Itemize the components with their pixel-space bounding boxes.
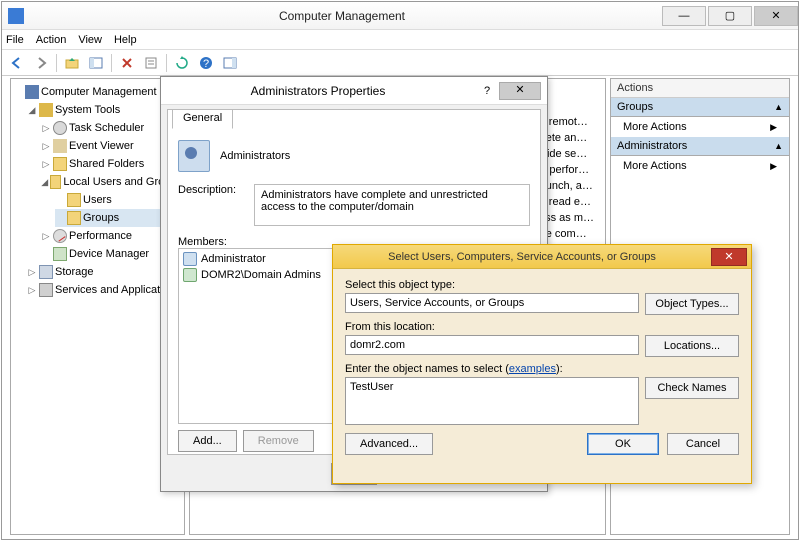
menu-help[interactable]: Help: [114, 34, 137, 46]
toolbar: ?: [2, 50, 798, 76]
minimize-button[interactable]: —: [662, 6, 706, 26]
show-actions-icon[interactable]: [219, 52, 241, 74]
actions-section-groups[interactable]: Groups▲: [611, 98, 789, 117]
members-label: Members:: [178, 236, 227, 248]
object-type-label: Select this object type:: [345, 279, 739, 291]
collapse-icon: ▲: [774, 102, 783, 112]
refresh-icon[interactable]: [171, 52, 193, 74]
help-button[interactable]: ?: [475, 85, 499, 97]
select-close-button[interactable]: ✕: [711, 248, 747, 266]
help-icon[interactable]: ?: [195, 52, 217, 74]
description-field[interactable]: Administrators have complete and unrestr…: [254, 184, 530, 226]
locations-button[interactable]: Locations...: [645, 335, 739, 357]
description-label: Description:: [178, 184, 246, 226]
titlebar: Computer Management — ▢ ✕: [2, 2, 798, 30]
menubar: File Action View Help: [2, 30, 798, 50]
tree-pane: Computer Management ◢System Tools ▷Task …: [10, 78, 185, 535]
menu-view[interactable]: View: [78, 34, 102, 46]
maximize-button[interactable]: ▢: [708, 6, 752, 26]
tab-general[interactable]: General: [172, 109, 233, 129]
properties-close-button[interactable]: ✕: [499, 82, 541, 100]
examples-link[interactable]: examples: [509, 363, 556, 375]
user-icon: [183, 252, 197, 266]
show-hide-tree-icon[interactable]: [85, 52, 107, 74]
svg-text:?: ?: [203, 58, 209, 70]
menu-action[interactable]: Action: [36, 34, 67, 46]
tree-root-label: Computer Management: [41, 84, 157, 100]
window-controls: — ▢ ✕: [660, 6, 798, 26]
forward-icon[interactable]: [30, 52, 52, 74]
collapse-icon: ▲: [774, 141, 783, 151]
names-label: Enter the object names to select (exampl…: [345, 363, 739, 375]
advanced-button[interactable]: Advanced...: [345, 433, 433, 455]
properties-icon[interactable]: [140, 52, 162, 74]
select-title: Select Users, Computers, Service Account…: [333, 251, 711, 263]
tree-services[interactable]: ▷Services and Applications: [27, 281, 182, 299]
properties-title: Administrators Properties: [161, 84, 475, 98]
submenu-icon: ▶: [770, 161, 777, 172]
check-names-button[interactable]: Check Names: [645, 377, 739, 399]
back-icon[interactable]: [6, 52, 28, 74]
group-name: Administrators: [220, 150, 290, 162]
add-button[interactable]: Add...: [178, 430, 237, 452]
actions-more-admins[interactable]: More Actions▶: [611, 156, 789, 176]
remove-button[interactable]: Remove: [243, 430, 314, 452]
location-field[interactable]: domr2.com: [345, 335, 639, 355]
tree-system-tools[interactable]: ◢System Tools: [27, 101, 182, 119]
window-title: Computer Management: [24, 9, 660, 23]
select-titlebar: Select Users, Computers, Service Account…: [333, 245, 751, 269]
group-icon: [178, 140, 210, 172]
menu-file[interactable]: File: [6, 34, 24, 46]
location-label: From this location:: [345, 321, 739, 333]
object-types-button[interactable]: Object Types...: [645, 293, 739, 315]
actions-header: Actions: [611, 79, 789, 98]
group-icon: [183, 268, 197, 282]
actions-section-admins[interactable]: Administrators▲: [611, 137, 789, 156]
actions-more-groups[interactable]: More Actions▶: [611, 117, 789, 137]
app-icon: [8, 8, 24, 24]
delete-icon[interactable]: [116, 52, 138, 74]
tree-root[interactable]: Computer Management: [13, 83, 182, 101]
select-dialog: Select Users, Computers, Service Account…: [332, 244, 752, 484]
object-type-field[interactable]: Users, Service Accounts, or Groups: [345, 293, 639, 313]
up-folder-icon[interactable]: [61, 52, 83, 74]
select-ok-button[interactable]: OK: [587, 433, 659, 455]
properties-titlebar: Administrators Properties ? ✕: [161, 77, 547, 105]
close-button[interactable]: ✕: [754, 6, 798, 26]
tree-storage[interactable]: ▷Storage: [27, 263, 182, 281]
select-cancel-button[interactable]: Cancel: [667, 433, 739, 455]
submenu-icon: ▶: [770, 122, 777, 133]
object-names-field[interactable]: TestUser: [345, 377, 639, 425]
